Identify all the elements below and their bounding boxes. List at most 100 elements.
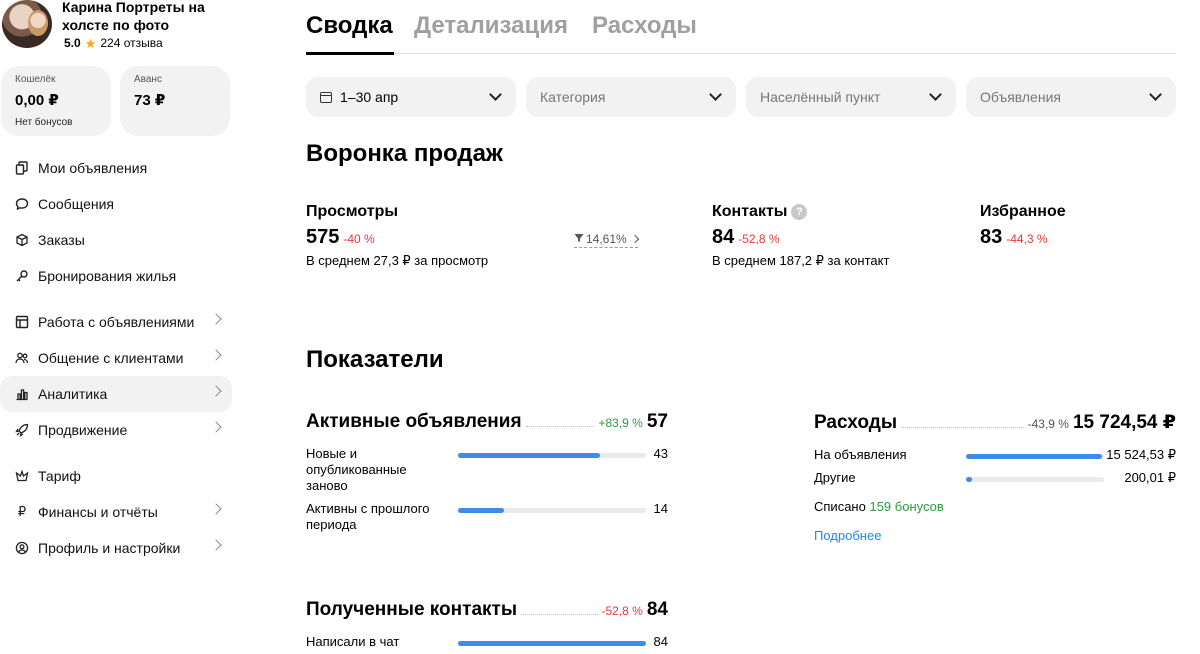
sidebar-item-label: Работа с объявлениями	[38, 314, 195, 330]
key-icon	[14, 268, 30, 284]
chevron-down-icon	[709, 88, 722, 101]
tab-expenses[interactable]: Расходы	[592, 12, 697, 40]
active-row-new: Новые и опубликованные заново 43	[306, 446, 668, 496]
chevron-right-icon	[210, 539, 222, 551]
favorites-value: 83	[980, 226, 1003, 248]
calendar-icon	[320, 91, 332, 103]
views-label: Просмотры	[306, 203, 399, 220]
category-select[interactable]: Категория	[526, 77, 736, 117]
received-contacts-value: 84	[646, 599, 668, 620]
chevron-right-icon	[210, 349, 222, 361]
chat-icon	[14, 196, 30, 212]
location-placeholder: Населённый пункт	[760, 89, 881, 105]
rating-score: 5.0	[64, 36, 81, 50]
tab-summary[interactable]: Сводка	[306, 12, 393, 40]
wallet-card[interactable]: Кошелёк 0,00 ₽ Нет бонусов	[1, 66, 111, 136]
sidebar-item-orders[interactable]: Заказы	[0, 222, 232, 258]
copy-icon	[14, 160, 30, 176]
chevron-down-icon	[1149, 88, 1162, 101]
rocket-icon	[14, 422, 30, 438]
tab-details[interactable]: Детализация	[414, 12, 568, 40]
advance-card[interactable]: Аванс 73 ₽	[120, 66, 230, 136]
sidebar-item-label: Профиль и настройки	[38, 540, 181, 556]
progress-bar	[458, 508, 646, 513]
expenses-value: 15 724,54 ₽	[1072, 412, 1176, 433]
active-listings-title: Активные объявления	[306, 411, 522, 432]
favorites-label: Избранное	[980, 203, 1066, 220]
sidebar: Карина Портреты на холсте по фото 5.0 ★ …	[0, 0, 240, 654]
active-listings-delta: +83,9 %	[598, 416, 643, 430]
row-label: Активны с прошлого периода	[306, 501, 430, 532]
wallet-amount: 0,00 ₽	[15, 92, 59, 109]
more-details-link[interactable]: Подробнее	[814, 528, 881, 543]
filter-bar: 1–30 апр Категория Населённый пункт Объя…	[306, 77, 1176, 117]
rating[interactable]: 5.0 ★ 224 отзыва	[64, 36, 163, 50]
sidebar-item-promotion[interactable]: Продвижение	[0, 412, 232, 448]
row-value: 15 524,53 ₽	[1106, 447, 1176, 462]
chevron-down-icon	[489, 88, 502, 101]
sidebar-item-bookings[interactable]: Бронирования жилья	[0, 258, 232, 294]
date-range-select[interactable]: 1–30 апр	[306, 77, 516, 117]
received-contacts-title: Полученные контакты	[306, 599, 518, 620]
active-tab-indicator	[306, 52, 394, 55]
sidebar-item-clients[interactable]: Общение с клиентами	[0, 340, 232, 376]
chevron-right-icon	[210, 503, 222, 515]
sidebar-item-tariff[interactable]: Тариф	[0, 458, 232, 494]
expenses-header: Расходы -43,9 % 15 724,54 ₽	[814, 411, 1176, 434]
progress-fill	[966, 454, 1103, 459]
chevron-right-icon	[630, 234, 639, 244]
row-value: 200,01 ₽	[1124, 470, 1176, 485]
contacts-label-row: Контакты ?	[712, 203, 952, 221]
written-off-bonus: 159 бонусов	[869, 499, 944, 514]
progress-fill	[458, 508, 505, 513]
help-icon[interactable]: ?	[791, 204, 808, 220]
listings-select[interactable]: Объявления	[966, 77, 1176, 117]
sidebar-item-my-listings[interactable]: Мои объявления	[0, 150, 232, 186]
sidebar-item-analytics[interactable]: Аналитика	[0, 376, 232, 412]
location-select[interactable]: Населённый пункт	[746, 77, 956, 117]
sidebar-item-profile[interactable]: Профиль и настройки	[0, 530, 232, 566]
sidebar-item-messages[interactable]: Сообщения	[0, 186, 232, 222]
views-delta: -40 %	[343, 232, 375, 246]
sidebar-item-label: Бронирования жилья	[38, 268, 177, 284]
contacts-label: Контакты	[712, 203, 788, 220]
sidebar-item-label: Заказы	[38, 232, 85, 248]
wallet-title: Кошелёк	[15, 74, 56, 85]
sidebar-item-label: Финансы и отчёты	[38, 504, 158, 520]
avatar[interactable]	[2, 0, 52, 48]
sidebar-item-label: Аналитика	[38, 386, 108, 402]
star-icon: ★	[84, 35, 97, 51]
progress-bar	[458, 641, 646, 646]
profile-card[interactable]: Карина Портреты на холсте по фото 5.0 ★ …	[2, 0, 238, 56]
expenses-title: Расходы	[814, 412, 898, 433]
progress-fill	[966, 477, 972, 482]
advance-amount: 73 ₽	[134, 92, 166, 109]
expenses-row-other: Другие 200,01 ₽	[814, 470, 1176, 488]
contacts-average: В среднем 187,2 ₽ за контакт	[712, 253, 890, 268]
reviews-count: 224 отзыва	[100, 36, 163, 50]
contacts-value-row: 84 -52,8 %	[712, 226, 952, 249]
views-average: В среднем 27,3 ₽ за просмотр	[306, 253, 489, 268]
conversion-link[interactable]: 14,61%	[574, 232, 639, 248]
row-value: 43	[653, 446, 668, 461]
dotted-leader	[901, 427, 1024, 428]
profile-name[interactable]: Карина Портреты на холсте по фото	[62, 0, 232, 34]
progress-fill	[458, 641, 646, 646]
dotted-leader	[521, 614, 598, 615]
dotted-leader	[525, 426, 595, 427]
sidebar-item-listing-tools[interactable]: Работа с объявлениями	[0, 304, 232, 340]
written-off-bonuses: Списано 159 бонусов	[814, 499, 944, 514]
sidebar-item-finance[interactable]: ₽ Финансы и отчёты	[0, 494, 232, 530]
advance-title: Аванс	[134, 74, 162, 85]
views-metric: Просмотры 575 -40 % В среднем 27,3 ₽ за …	[306, 203, 566, 269]
active-row-previous: Активны с прошлого периода 14	[306, 501, 668, 535]
contacts-row-chat: Написали в чат 84	[306, 634, 668, 652]
contacts-metric: Контакты ? 84 -52,8 % В среднем 187,2 ₽ …	[712, 203, 952, 269]
sidebar-item-label: Сообщения	[38, 196, 114, 212]
sidebar-nav: Мои объявления Сообщения Заказы Брониров…	[0, 150, 232, 566]
sidebar-item-label: Тариф	[38, 468, 81, 484]
expenses-delta: -43,9 %	[1027, 417, 1069, 431]
listing-tools-icon	[14, 314, 30, 330]
views-value: 575	[306, 226, 340, 248]
views-value-row: 575 -40 %	[306, 226, 566, 249]
